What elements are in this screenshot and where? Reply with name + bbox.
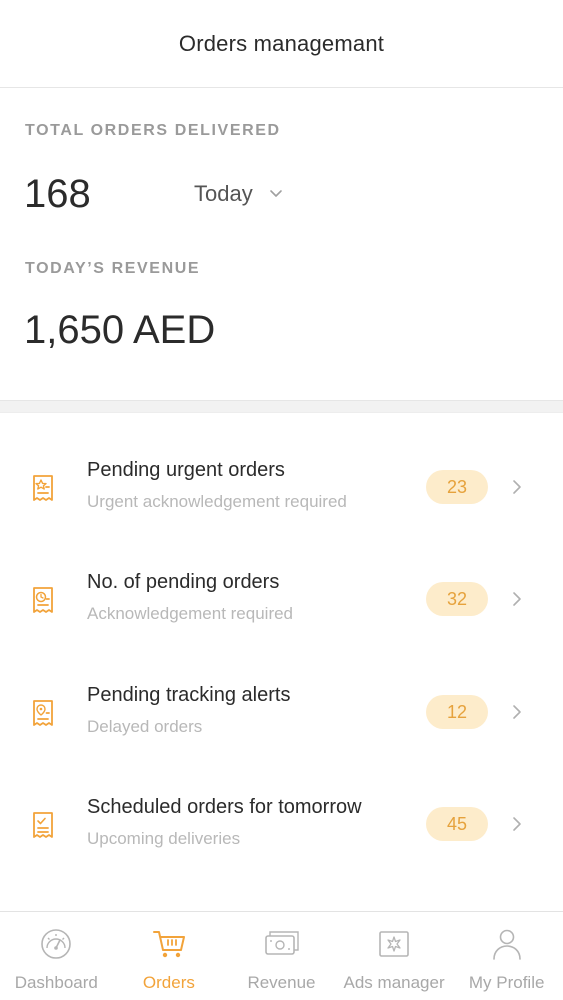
list-item-scheduled-orders[interactable]: Scheduled orders for tomorrow Upcoming d… (0, 768, 563, 880)
todays-revenue-value: 1,650 AED (24, 308, 216, 352)
list-item-title: Scheduled orders for tomorrow (87, 796, 362, 818)
stats-panel: TOTAL ORDERS DELIVERED 168 Today TODAY’S… (0, 88, 563, 400)
tab-label: My Profile (468, 973, 545, 992)
list-item-subtitle: Urgent acknowledgement required (87, 492, 347, 511)
chevron-down-icon (269, 190, 282, 197)
scheduled-order-icon (33, 812, 53, 838)
tab-label: Dashboard (14, 973, 98, 992)
chevron-right-icon (513, 592, 521, 606)
section-divider (0, 400, 563, 413)
bottom-tab-bar: Dashboard Orders Revenue Ads manager My … (0, 911, 563, 1000)
todays-revenue-label: TODAY’S REVENUE (25, 260, 201, 277)
tab-orders[interactable]: Orders (113, 912, 226, 1000)
count-badge: 45 (426, 807, 488, 841)
list-item-pending-orders[interactable]: No. of pending orders Acknowledgement re… (0, 543, 563, 655)
total-orders-delivered-value: 168 (24, 172, 91, 216)
tab-ads-manager[interactable]: Ads manager (338, 912, 451, 1000)
chevron-right-icon (513, 480, 521, 494)
tab-dashboard[interactable]: Dashboard (0, 912, 113, 1000)
total-orders-delivered-label: TOTAL ORDERS DELIVERED (25, 122, 281, 139)
list-item-title: No. of pending orders (87, 571, 280, 593)
cash-icon (265, 931, 300, 955)
tab-revenue[interactable]: Revenue (225, 912, 338, 1000)
tracking-alert-icon (33, 700, 53, 726)
ads-icon (379, 931, 409, 957)
page-title: Orders managemant (178, 30, 385, 56)
count-badge: 32 (426, 582, 488, 616)
user-icon (492, 929, 521, 960)
tab-my-profile[interactable]: My Profile (450, 912, 563, 1000)
pending-order-icon (33, 587, 53, 613)
count-badge: 23 (426, 470, 488, 504)
list-item-pending-tracking-alerts[interactable]: Pending tracking alerts Delayed orders 1… (0, 656, 563, 768)
tab-label: Orders (142, 973, 195, 992)
list-item-title: Pending tracking alerts (87, 684, 291, 706)
chevron-right-icon (513, 817, 521, 831)
tab-label: Revenue (247, 973, 316, 992)
list-item-subtitle: Delayed orders (87, 717, 203, 736)
list-item-title: Pending urgent orders (87, 459, 285, 481)
tab-label: Ads manager (343, 973, 445, 992)
cart-icon (152, 931, 185, 958)
list-item-subtitle: Acknowledgement required (87, 604, 294, 623)
app-header: Orders managemant (0, 0, 563, 88)
period-dropdown-value: Today (194, 181, 253, 206)
list-item-pending-urgent-orders[interactable]: Pending urgent orders Urgent acknowledge… (0, 431, 563, 543)
period-dropdown[interactable]: Today (194, 178, 283, 210)
speedometer-icon (41, 929, 72, 959)
urgent-order-icon (33, 475, 53, 501)
count-badge: 12 (426, 695, 488, 729)
list-item-subtitle: Upcoming deliveries (87, 829, 241, 848)
chevron-right-icon (513, 705, 521, 719)
